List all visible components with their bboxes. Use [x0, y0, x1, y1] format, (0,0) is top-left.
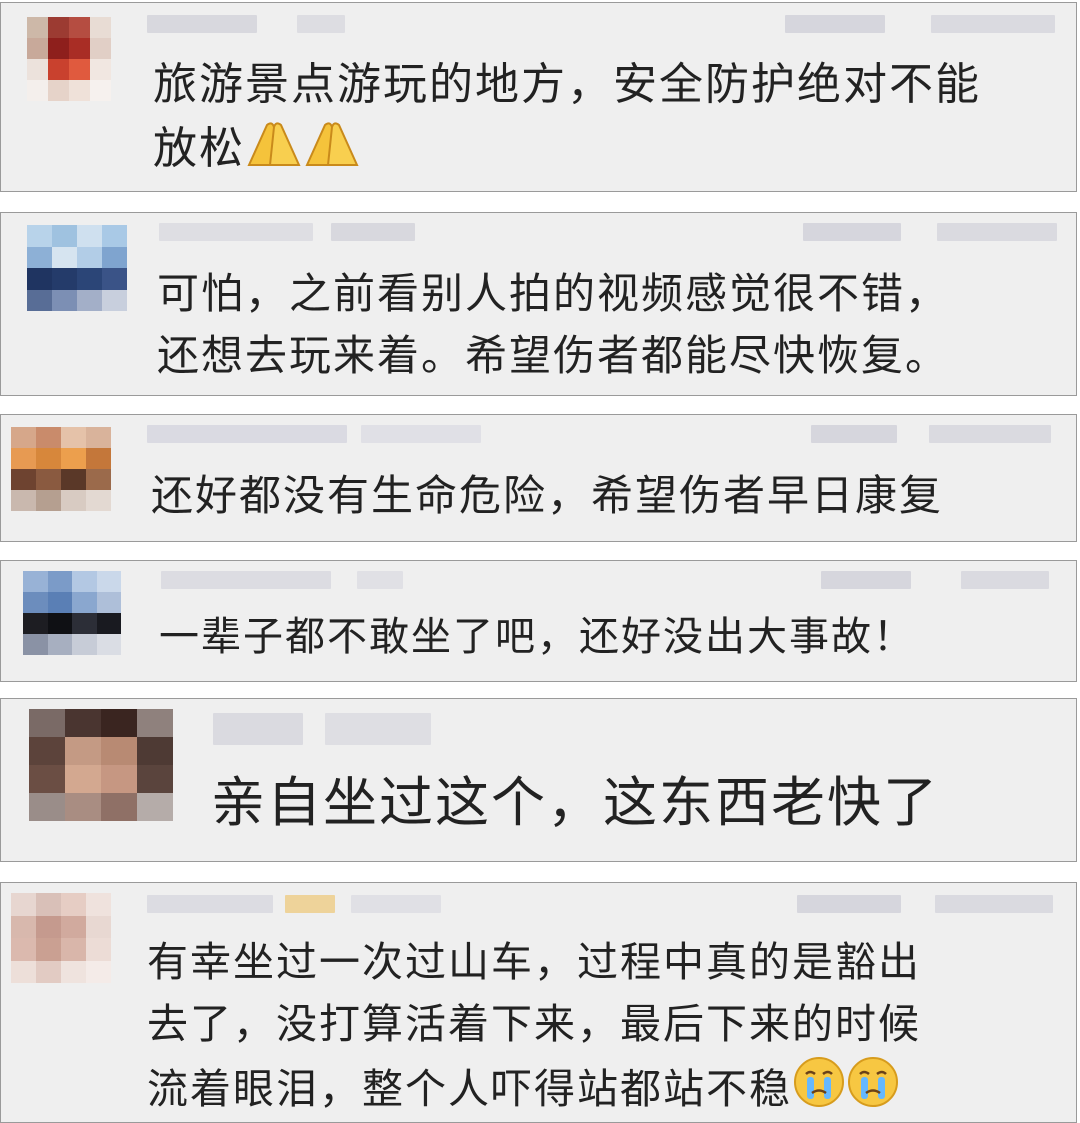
blurred-timestamp: [785, 15, 885, 33]
user-avatar[interactable]: [29, 709, 173, 821]
blurred-like-count[interactable]: [931, 15, 1055, 33]
comment-text: 一辈子都不敢坐了吧，还好没出大事故！: [159, 607, 915, 667]
user-avatar[interactable]: [27, 225, 127, 311]
user-avatar[interactable]: [23, 571, 121, 655]
blurred-timestamp: [803, 223, 901, 241]
blurred-username[interactable]: [213, 713, 303, 745]
comment-line: 旅游景点游玩的地方，安全防护绝对不能: [153, 59, 981, 110]
comment-card: 旅游景点游玩的地方，安全防护绝对不能 放松: [0, 2, 1077, 192]
blurred-username[interactable]: [147, 425, 347, 443]
blurred-username-badge: [297, 15, 345, 33]
user-avatar[interactable]: [27, 17, 111, 101]
comment-line: 还想去玩来着。希望伤者都能尽快恢复。: [157, 331, 950, 380]
blurred-username[interactable]: [147, 895, 273, 913]
blurred-like-count[interactable]: [929, 425, 1051, 443]
comment-line: 流着眼泪，整个人吓得站都站不稳: [147, 1065, 792, 1113]
blurred-username[interactable]: [147, 15, 257, 33]
blurred-like-count[interactable]: [937, 223, 1057, 241]
blurred-like-count[interactable]: [961, 571, 1049, 589]
comment-line: 还好都没有生命危险，希望伤者早日康复: [151, 471, 944, 520]
blurred-username-extra: [351, 895, 441, 913]
comment-text: 旅游景点游玩的地方，安全防护绝对不能 放松: [153, 53, 981, 181]
comment-card: 有幸坐过一次过山车，过程中真的是豁出 去了，没打算活着下来，最后下来的时候 流着…: [0, 882, 1077, 1123]
comment-line: 一辈子都不敢坐了吧，还好没出大事故！: [159, 614, 915, 660]
blurred-timestamp: [821, 571, 911, 589]
comment-line: 去了，没打算活着下来，最后下来的时候: [147, 1000, 921, 1048]
comment-text: 还好都没有生命危险，希望伤者早日康复: [151, 465, 943, 527]
blurred-username-badge: [331, 223, 415, 241]
blurred-username[interactable]: [159, 223, 313, 241]
crying-face-emoji: [794, 1057, 844, 1107]
comment-card: 还好都没有生命危险，希望伤者早日康复: [0, 414, 1077, 542]
user-avatar[interactable]: [11, 893, 111, 983]
blurred-like-count[interactable]: [935, 895, 1053, 913]
comment-line-with-emoji: 放松: [153, 117, 981, 181]
comment-text: 有幸坐过一次过山车，过程中真的是豁出 去了，没打算活着下来，最后下来的时候 流着…: [147, 931, 921, 1120]
comment-line: 有幸坐过一次过山车，过程中真的是豁出: [147, 938, 921, 986]
comment-line: 亲自坐过这个，这东西老快了: [211, 771, 939, 834]
user-avatar[interactable]: [11, 427, 111, 511]
pray-hands-emoji: [247, 122, 301, 166]
blurred-timestamp: [811, 425, 897, 443]
blurred-username[interactable]: [161, 571, 331, 589]
comment-card: 亲自坐过这个，这东西老快了: [0, 698, 1077, 862]
comment-text: 可怕，之前看别人拍的视频感觉很不错， 还想去玩来着。希望伤者都能尽快恢复。: [157, 263, 949, 387]
blurred-username-badge: [285, 895, 335, 913]
comment-text: 亲自坐过这个，这东西老快了: [211, 765, 939, 841]
blurred-username-badge: [325, 713, 431, 745]
comment-line-with-emoji: 流着眼泪，整个人吓得站都站不稳: [147, 1055, 921, 1120]
blurred-username-badge: [357, 571, 403, 589]
pray-hands-emoji: [305, 122, 359, 166]
comment-card: 可怕，之前看别人拍的视频感觉很不错， 还想去玩来着。希望伤者都能尽快恢复。: [0, 212, 1077, 396]
comment-line: 可怕，之前看别人拍的视频感觉很不错，: [157, 269, 950, 318]
blurred-timestamp: [797, 895, 901, 913]
blurred-username-badge: [361, 425, 481, 443]
crying-face-emoji: [848, 1057, 898, 1107]
comment-line: 放松: [153, 123, 245, 174]
comment-card: 一辈子都不敢坐了吧，还好没出大事故！: [0, 560, 1077, 682]
